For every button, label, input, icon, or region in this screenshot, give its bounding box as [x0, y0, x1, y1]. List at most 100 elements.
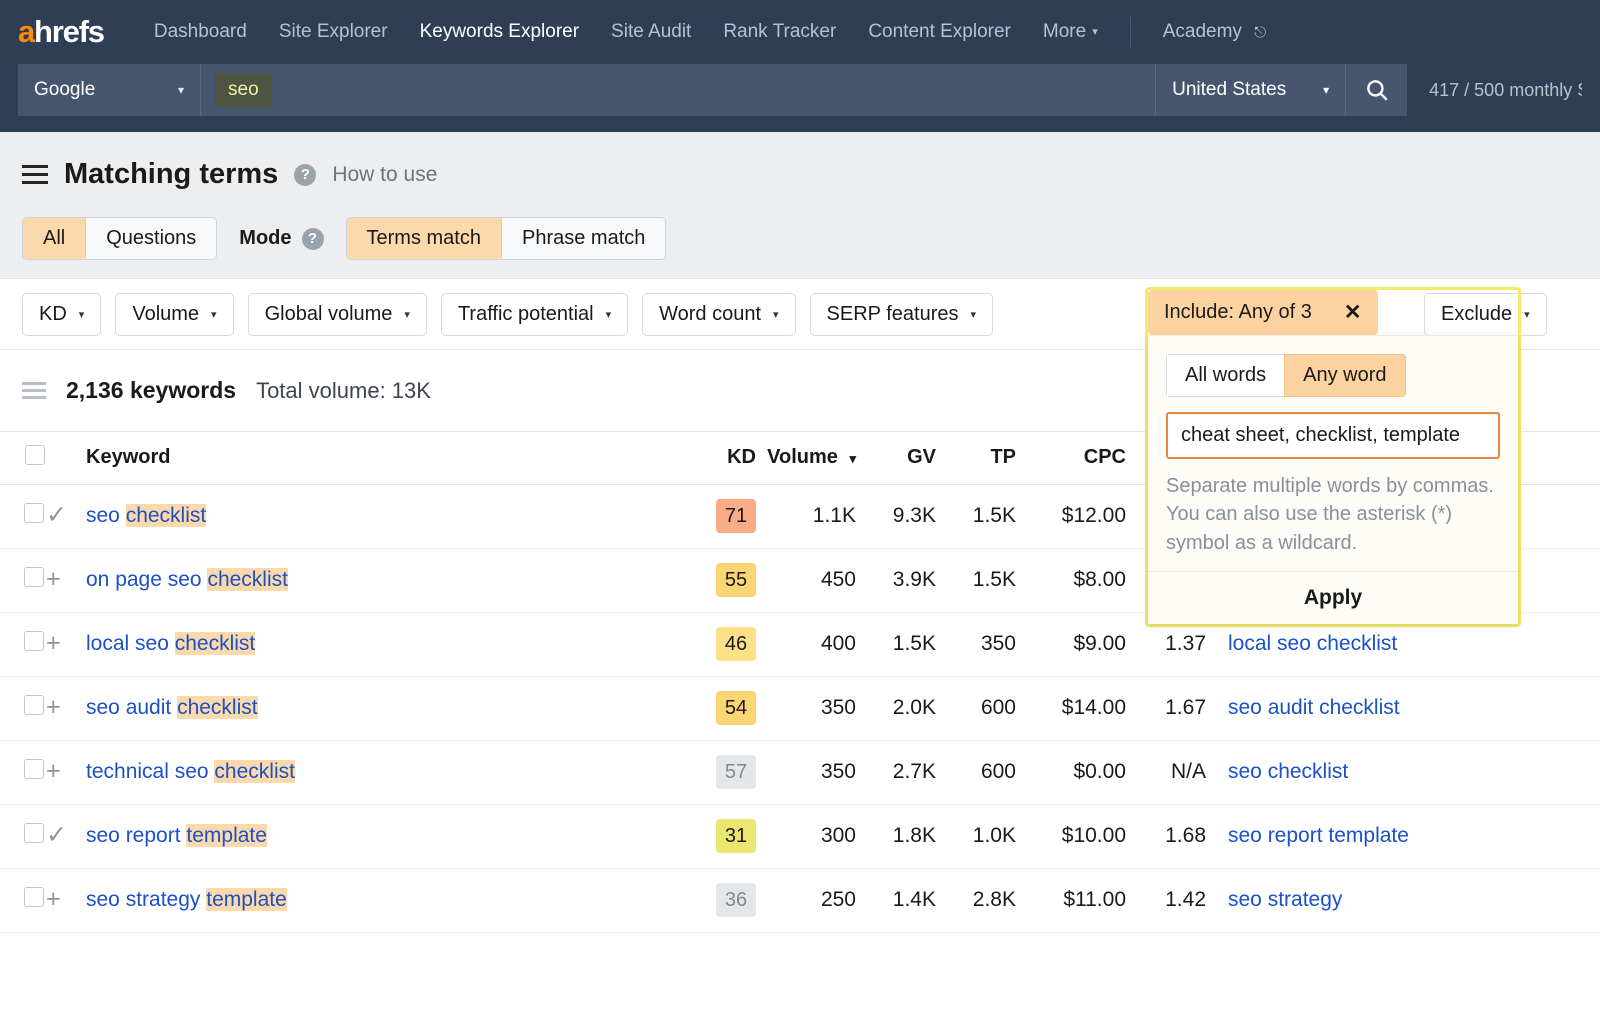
- include-match-tabs: All words Any word: [1166, 354, 1406, 397]
- keyword-link[interactable]: seo strategy template: [86, 888, 287, 911]
- kd-cell: 57: [686, 740, 756, 804]
- search-submit-button[interactable]: [1345, 64, 1407, 116]
- gv-cell: 1.8K: [856, 804, 936, 868]
- table-row[interactable]: + seo audit checklist 54 350 2.0K 600 $1…: [0, 676, 1600, 740]
- keyword-cell: seo checklist: [86, 484, 686, 548]
- parent-topic-link[interactable]: seo strategy: [1206, 888, 1342, 911]
- country-select[interactable]: United States ▾: [1155, 64, 1345, 116]
- keyword-link[interactable]: local seo checklist: [86, 632, 255, 655]
- mode-help-icon[interactable]: ?: [302, 228, 324, 250]
- table-row[interactable]: ✓ seo report template 31 300 1.8K 1.0K $…: [0, 804, 1600, 868]
- plus-icon[interactable]: +: [46, 757, 61, 785]
- include-filter-chip[interactable]: Include: Any of 3: [1148, 290, 1328, 335]
- filter-traffic-potential[interactable]: Traffic potential▾: [441, 293, 628, 336]
- column-header-tp[interactable]: TP: [936, 432, 1016, 484]
- select-all-checkbox[interactable]: [25, 445, 45, 465]
- apply-button[interactable]: Apply: [1148, 571, 1518, 624]
- keyword-link[interactable]: seo audit checklist: [86, 696, 258, 719]
- column-header-kd[interactable]: KD: [686, 432, 756, 484]
- table-row[interactable]: + seo strategy template 36 250 1.4K 2.8K…: [0, 868, 1600, 932]
- plus-icon[interactable]: +: [46, 629, 61, 657]
- kd-badge: 46: [716, 627, 756, 661]
- nav-item-content-explorer[interactable]: Content Explorer: [852, 21, 1027, 43]
- tab-all[interactable]: All: [23, 218, 86, 259]
- keyword-link[interactable]: technical seo checklist: [86, 760, 295, 783]
- row-checkbox[interactable]: [24, 695, 44, 715]
- nav-item-label: More: [1043, 21, 1086, 42]
- column-header-volume[interactable]: Volume ▾: [756, 432, 856, 484]
- filter-word-count[interactable]: Word count▾: [642, 293, 795, 336]
- row-checkbox[interactable]: [24, 887, 44, 907]
- keyword-link[interactable]: on page seo checklist: [86, 568, 288, 591]
- ahrefs-logo[interactable]: ahrefs: [18, 14, 104, 50]
- cps-cell: 1.67: [1126, 676, 1206, 740]
- nav-item-site-explorer[interactable]: Site Explorer: [263, 21, 404, 43]
- how-to-use-link[interactable]: How to use: [332, 163, 437, 187]
- nav-item-site-audit[interactable]: Site Audit: [595, 21, 707, 43]
- gv-cell: 2.7K: [856, 740, 936, 804]
- parent-topic-link[interactable]: local seo checklist: [1206, 632, 1397, 655]
- volume-cell: 300: [756, 804, 856, 868]
- row-checkbox[interactable]: [24, 503, 44, 523]
- tp-cell: 1.0K: [936, 804, 1016, 868]
- nav-item-keywords-explorer[interactable]: Keywords Explorer: [404, 21, 595, 43]
- keyword-cell: local seo checklist: [86, 612, 686, 676]
- volume-cell: 250: [756, 868, 856, 932]
- country-value: United States: [1172, 79, 1286, 101]
- keyword-cell: seo audit checklist: [86, 676, 686, 740]
- row-checkbox[interactable]: [24, 759, 44, 779]
- column-header-gv[interactable]: GV: [856, 432, 936, 484]
- filter-bar: KD▾ Volume▾ Global volume▾ Traffic poten…: [0, 278, 1600, 350]
- nav-item-rank-tracker[interactable]: Rank Tracker: [707, 21, 852, 43]
- column-header-keyword[interactable]: Keyword: [86, 432, 686, 484]
- tp-cell: 1.5K: [936, 484, 1016, 548]
- list-icon[interactable]: [22, 382, 46, 399]
- nav-item-label: Content Explorer: [868, 21, 1011, 42]
- check-icon[interactable]: ✓: [46, 821, 67, 849]
- tab-questions[interactable]: Questions: [86, 218, 216, 259]
- parent-topic-link[interactable]: seo report template: [1206, 824, 1409, 847]
- tab-any-word[interactable]: Any word: [1284, 354, 1405, 397]
- filter-label: Global volume: [265, 303, 393, 326]
- row-checkbox[interactable]: [24, 823, 44, 843]
- tab-all-words[interactable]: All words: [1166, 354, 1284, 397]
- keyword-chip[interactable]: seo: [215, 73, 272, 107]
- cpc-cell: $0.00: [1016, 740, 1126, 804]
- row-action-cell: +: [46, 612, 86, 676]
- filter-global-volume[interactable]: Global volume▾: [248, 293, 427, 336]
- filter-label: Volume: [132, 303, 199, 326]
- keyword-link[interactable]: seo checklist: [86, 504, 206, 527]
- row-checkbox[interactable]: [24, 631, 44, 651]
- plus-icon[interactable]: +: [46, 693, 61, 721]
- close-icon[interactable]: ✕: [1328, 290, 1378, 335]
- parent-topic-link[interactable]: seo checklist: [1206, 760, 1348, 783]
- kd-badge: 31: [716, 819, 756, 853]
- filter-serp-features[interactable]: SERP features▾: [810, 293, 993, 336]
- nav-item-dashboard[interactable]: Dashboard: [138, 21, 263, 43]
- search-engine-select[interactable]: Google ▾: [18, 64, 200, 116]
- nav-item-academy[interactable]: Academy ⎋: [1147, 21, 1282, 43]
- row-checkbox[interactable]: [24, 567, 44, 587]
- column-header-cpc[interactable]: CPC: [1016, 432, 1126, 484]
- keyword-link[interactable]: seo report template: [86, 824, 267, 847]
- row-action-cell: ✓: [46, 804, 86, 868]
- nav-item-more[interactable]: More▾: [1027, 21, 1114, 43]
- logo-letter-a: a: [18, 14, 34, 49]
- parent-topic-link[interactable]: seo audit checklist: [1206, 696, 1400, 719]
- filter-kd[interactable]: KD▾: [22, 293, 101, 336]
- plus-icon[interactable]: +: [46, 885, 61, 913]
- table-row[interactable]: + technical seo checklist 57 350 2.7K 60…: [0, 740, 1600, 804]
- plus-icon[interactable]: +: [46, 565, 61, 593]
- tab-phrase-match[interactable]: Phrase match: [502, 218, 665, 259]
- keyword-query-input[interactable]: seo: [200, 64, 1155, 116]
- filter-volume[interactable]: Volume▾: [115, 293, 233, 336]
- kd-badge: 55: [716, 563, 756, 597]
- gv-cell: 1.4K: [856, 868, 936, 932]
- tab-terms-match[interactable]: Terms match: [347, 218, 502, 259]
- help-icon[interactable]: ?: [294, 164, 316, 186]
- include-words-input[interactable]: cheat sheet, checklist, template: [1166, 412, 1500, 459]
- check-icon[interactable]: ✓: [46, 501, 67, 529]
- sidebar-toggle-icon[interactable]: [22, 165, 48, 184]
- keyword-highlight: checklist: [175, 632, 256, 655]
- row-action-cell: +: [46, 676, 86, 740]
